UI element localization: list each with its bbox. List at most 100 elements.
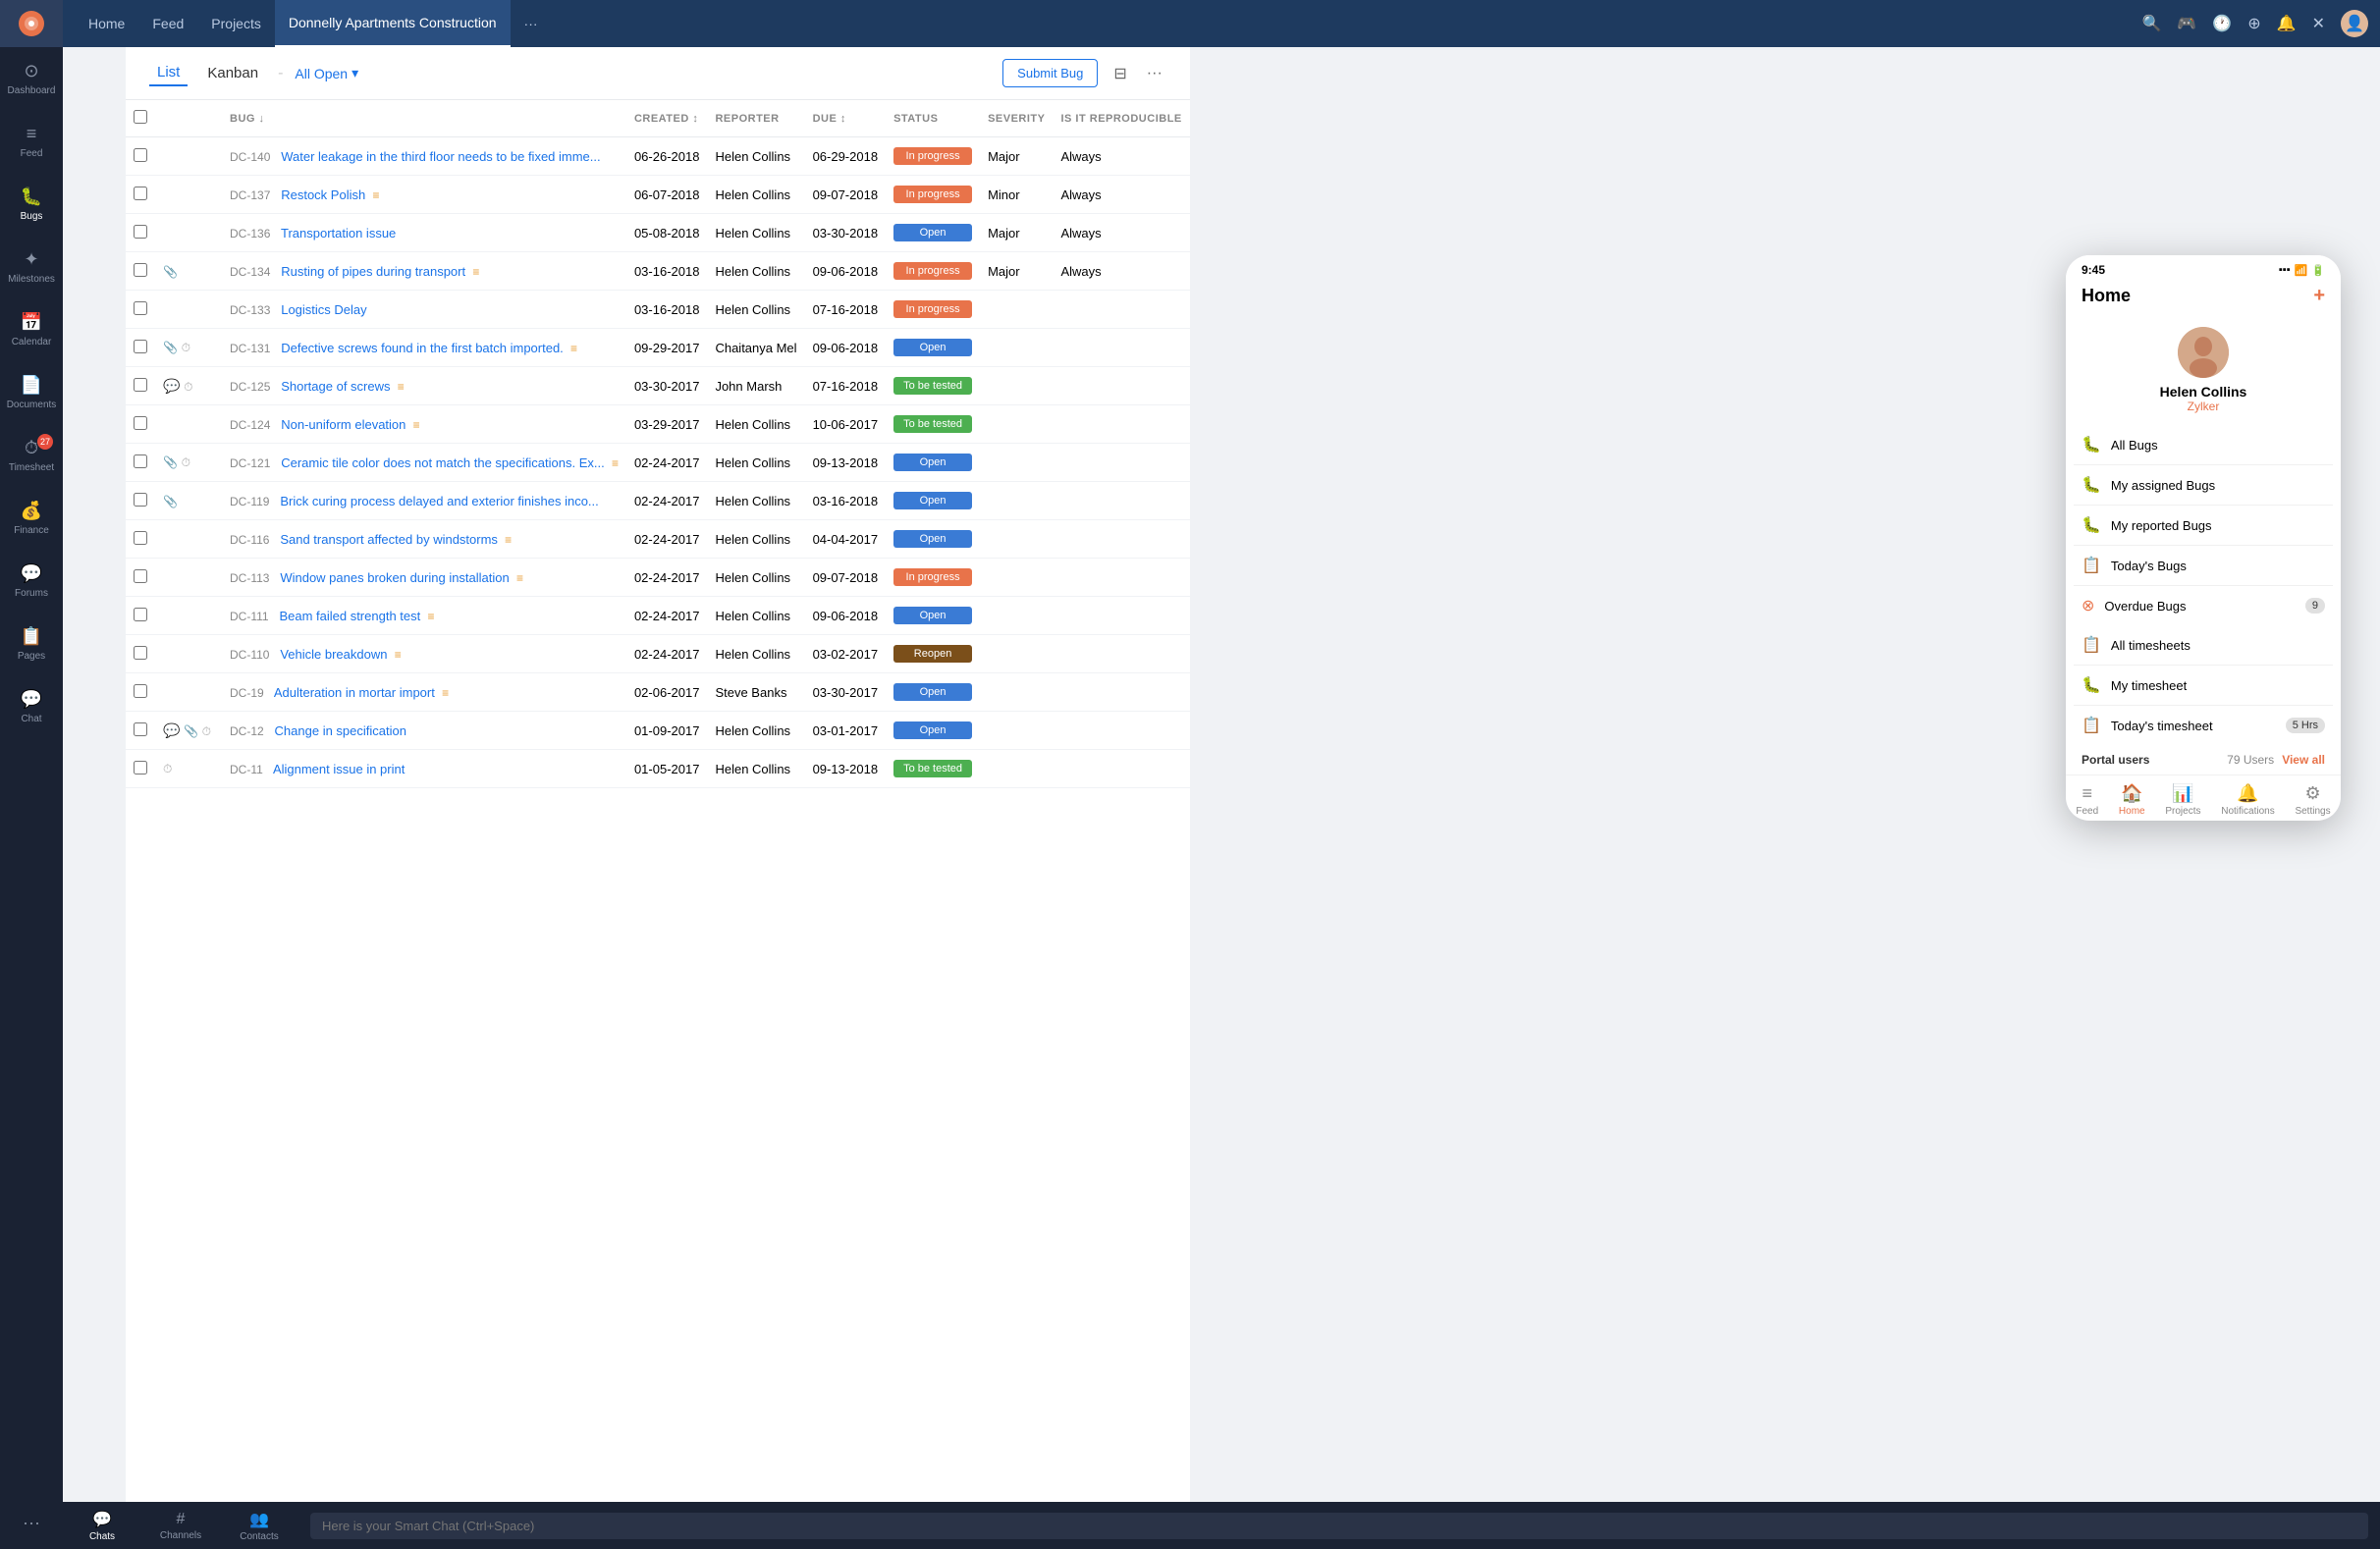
bug-title-link[interactable]: Restock Polish <box>281 187 365 202</box>
col-reporter: REPORTER <box>707 100 804 137</box>
row-bug-cell: DC-131 Defective screws found in the fir… <box>222 329 626 367</box>
row-checkbox[interactable] <box>134 225 147 239</box>
phone-menu-all-bugs[interactable]: 🐛 All Bugs <box>2074 425 2333 465</box>
sidebar-item-pages[interactable]: 📋 Pages <box>0 613 63 675</box>
bug-title-link[interactable]: Transportation issue <box>281 226 396 240</box>
row-checkbox[interactable] <box>134 646 147 660</box>
filter-dropdown[interactable]: All Open ▾ <box>295 65 358 81</box>
view-all-link[interactable]: View all <box>2282 753 2325 767</box>
col-created[interactable]: CREATED ↕ <box>626 100 708 137</box>
row-checkbox[interactable] <box>134 761 147 774</box>
row-checkbox[interactable] <box>134 454 147 468</box>
topnav-home[interactable]: Home <box>75 0 138 47</box>
row-checkbox[interactable] <box>134 263 147 277</box>
bug-title-link[interactable]: Defective screws found in the first batc… <box>281 341 564 355</box>
channels-label: Channels <box>160 1530 201 1541</box>
user-avatar[interactable]: 👤 <box>2341 10 2368 37</box>
col-bug[interactable]: BUG ↓ <box>222 100 626 137</box>
sidebar-item-forums[interactable]: 💬 Forums <box>0 550 63 613</box>
add-icon[interactable]: ⊕ <box>2247 14 2260 33</box>
bug-title-link[interactable]: Adulteration in mortar import <box>274 685 435 700</box>
sidebar-item-finance[interactable]: 💰 Finance <box>0 487 63 550</box>
phone-menu-todays-timesheet[interactable]: 📋 Today's timesheet 5 Hrs <box>2074 706 2333 745</box>
phone-menu-my-reported-bugs[interactable]: 🐛 My reported Bugs <box>2074 506 2333 546</box>
sidebar-item-timesheet[interactable]: ⏱ 27 Timesheet <box>0 424 63 487</box>
list-tab[interactable]: List <box>149 60 188 86</box>
row-checkbox[interactable] <box>134 684 147 698</box>
bug-title-link[interactable]: Change in specification <box>275 723 406 738</box>
search-icon[interactable]: 🔍 <box>2142 14 2162 33</box>
row-status-cell: Open <box>886 673 980 712</box>
bug-title-link[interactable]: Ceramic tile color does not match the sp… <box>281 455 604 470</box>
phone-menu-todays-bugs[interactable]: 📋 Today's Bugs <box>2074 546 2333 586</box>
sidebar-item-feed[interactable]: ≡ Feed <box>0 110 63 173</box>
row-icon-cell <box>155 405 222 444</box>
sidebar-item-calendar[interactable]: 📅 Calendar <box>0 298 63 361</box>
phone-nav-settings[interactable]: ⚙ Settings <box>2295 783 2330 817</box>
select-all-checkbox[interactable] <box>134 110 147 124</box>
more-options-icon[interactable]: ··· <box>1143 61 1166 86</box>
col-due[interactable]: DUE ↕ <box>805 100 887 137</box>
bug-title-link[interactable]: Vehicle breakdown <box>280 647 387 662</box>
phone-nav-projects[interactable]: 📊 Projects <box>2165 783 2200 817</box>
wifi-icon: ▪▪▪ <box>2279 264 2291 276</box>
row-checkbox[interactable] <box>134 531 147 545</box>
row-checkbox[interactable] <box>134 187 147 200</box>
phone-add-icon[interactable]: + <box>2313 285 2325 307</box>
row-checkbox[interactable] <box>134 722 147 736</box>
chat-input[interactable] <box>310 1513 1190 1539</box>
phone-notifications-icon: 🔔 <box>2237 783 2258 804</box>
row-checkbox[interactable] <box>134 378 147 392</box>
bug-title-link[interactable]: Rusting of pipes during transport <box>281 264 465 279</box>
phone-nav-feed[interactable]: ≡ Feed <box>2076 783 2098 817</box>
phone-menu-all-timesheets[interactable]: 📋 All timesheets <box>2074 625 2333 666</box>
bug-title-link[interactable]: Shortage of screws <box>281 379 390 394</box>
row-checkbox[interactable] <box>134 608 147 621</box>
bug-title-link[interactable]: Water leakage in the third floor needs t… <box>281 149 600 164</box>
clock-icon[interactable]: 🕐 <box>2212 14 2232 33</box>
phone-nav-home[interactable]: 🏠 Home <box>2119 783 2145 817</box>
row-due-cell: 03-02-2017 <box>805 635 887 673</box>
close-icon[interactable]: ✕ <box>2312 14 2325 33</box>
row-checkbox[interactable] <box>134 416 147 430</box>
filter-icon[interactable]: ⊟ <box>1109 60 1130 87</box>
portal-users-count: 79 Users <box>2227 753 2274 767</box>
bottom-tab-chats[interactable]: 💬 Chats <box>126 1502 141 1549</box>
app-logo[interactable] <box>0 0 63 47</box>
sidebar-item-dashboard[interactable]: ⊙ Dashboard <box>0 47 63 110</box>
sidebar-more-icon[interactable]: ··· <box>23 1513 40 1533</box>
row-checkbox-cell <box>126 482 155 520</box>
topnav-feed[interactable]: Feed <box>138 0 197 47</box>
topnav-more[interactable]: ··· <box>511 0 552 47</box>
sidebar-item-milestones[interactable]: ✦ Milestones <box>0 236 63 298</box>
bottom-tab-channels[interactable]: # Channels <box>141 1502 220 1549</box>
bug-title-link[interactable]: Brick curing process delayed and exterio… <box>280 494 598 508</box>
kanban-tab[interactable]: Kanban <box>199 61 266 85</box>
phone-menu-overdue-bugs[interactable]: ⊗ Overdue Bugs 9 <box>2074 586 2333 625</box>
bug-title-link[interactable]: Logistics Delay <box>281 302 366 317</box>
table-row: DC-110 Vehicle breakdown ≡ 02-24-2017 He… <box>126 635 1190 673</box>
phone-menu-my-assigned-bugs[interactable]: 🐛 My assigned Bugs <box>2074 465 2333 506</box>
sidebar-item-documents[interactable]: 📄 Documents <box>0 361 63 424</box>
bug-title-link[interactable]: Sand transport affected by windstorms <box>280 532 498 547</box>
topnav-projects[interactable]: Projects <box>197 0 275 47</box>
bug-title-link[interactable]: Non-uniform elevation <box>281 417 406 432</box>
row-checkbox[interactable] <box>134 569 147 583</box>
row-checkbox[interactable] <box>134 148 147 162</box>
topnav-project-name[interactable]: Donnelly Apartments Construction <box>275 0 511 47</box>
bug-title-link[interactable]: Alignment issue in print <box>273 762 405 776</box>
sidebar-item-bugs[interactable]: 🐛 Bugs <box>0 173 63 236</box>
game-icon[interactable]: 🎮 <box>2177 14 2196 33</box>
bug-title-link[interactable]: Beam failed strength test <box>279 609 420 623</box>
phone-nav-notifications[interactable]: 🔔 Notifications <box>2221 783 2274 817</box>
submit-bug-button[interactable]: Submit Bug <box>1002 59 1098 87</box>
row-due-cell: 03-16-2018 <box>805 482 887 520</box>
bug-title-link[interactable]: Window panes broken during installation <box>280 570 509 585</box>
bottom-tab-contacts[interactable]: 👥 Contacts <box>220 1502 298 1549</box>
row-checkbox[interactable] <box>134 493 147 507</box>
row-checkbox[interactable] <box>134 301 147 315</box>
sidebar-item-chat[interactable]: 💬 Chat <box>0 675 63 738</box>
bell-icon[interactable]: 🔔 <box>2277 14 2297 33</box>
row-checkbox[interactable] <box>134 340 147 353</box>
phone-menu-my-timesheet[interactable]: 🐛 My timesheet <box>2074 666 2333 706</box>
